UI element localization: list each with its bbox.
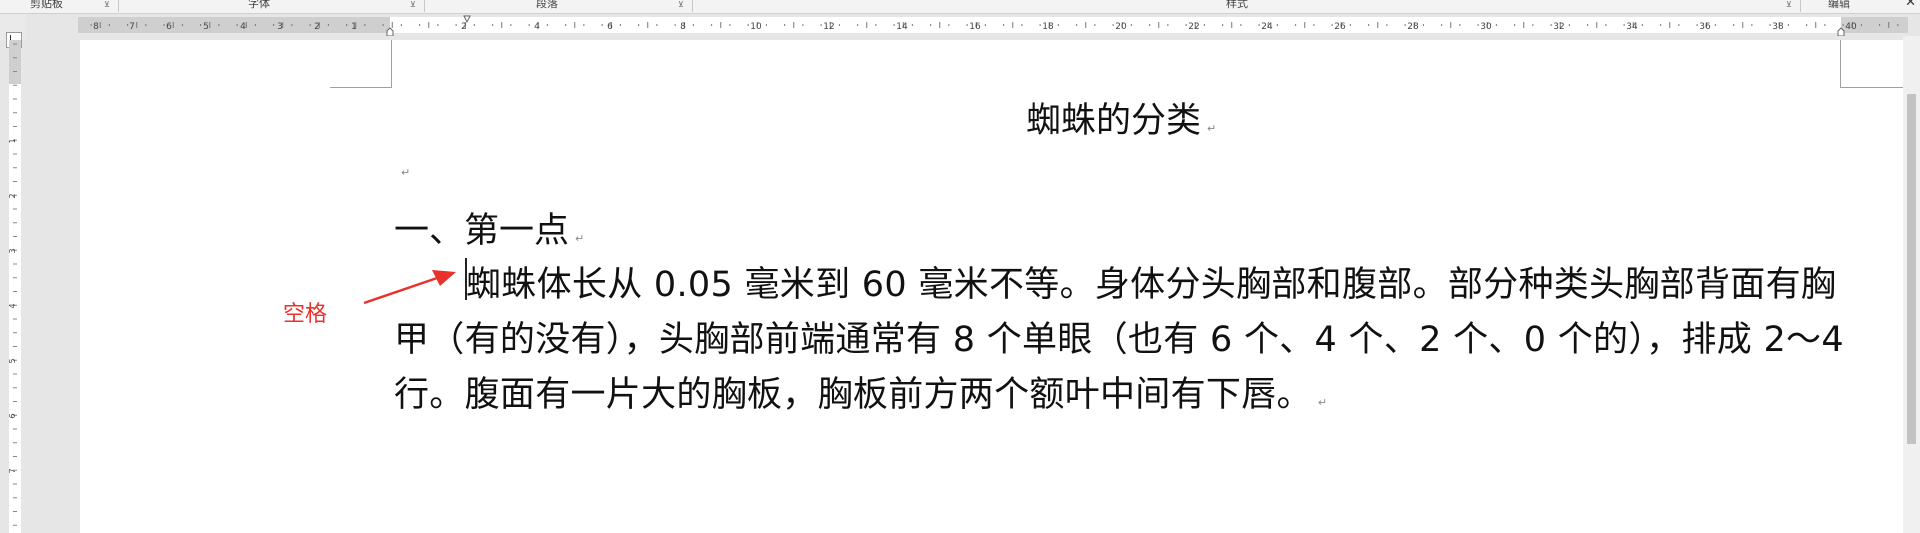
group-separator (1800, 0, 1801, 12)
ruler-corner (0, 14, 26, 48)
paragraph-group-label: 段落 (536, 0, 558, 10)
ruler-number: 26 (1334, 22, 1346, 32)
ruler-number: 38 (1772, 22, 1784, 32)
clipboard-group-label: 剪贴板 (30, 0, 63, 10)
ruler-number: 34 (1626, 22, 1638, 32)
ruler-number: 7 (129, 22, 135, 32)
group-separator (424, 0, 425, 12)
heading-text: 一、第一点 (394, 211, 570, 251)
ruler-number: 4 (534, 22, 540, 32)
ruler-number: 10 (750, 22, 762, 32)
paragraph-mark-icon: ↵ (1207, 122, 1217, 135)
paragraph-launcher-icon[interactable]: ⊻ (678, 0, 684, 9)
ruler-number: 16 (969, 22, 981, 32)
arrow-shaft (363, 275, 441, 305)
ruler-number: 4 (9, 303, 17, 308)
ruler-number: 2 (9, 193, 17, 198)
ruler-number: 20 (1115, 22, 1127, 32)
line-3-text: 行。腹面有一片大的胸板，胸板前方两个额叶中间有下唇。 (394, 375, 1312, 415)
paragraph-line-2[interactable]: 甲（有的没有），头胸部前端通常有 8 个单眼（也有 6 个、4 个、2 个、0 … (394, 311, 1844, 362)
ruler-number: 22 (1188, 22, 1199, 32)
ruler-number: 1 (351, 22, 357, 32)
paragraph-line-3[interactable]: 行。腹面有一片大的胸板，胸板前方两个额叶中间有下唇。 ↵ (394, 366, 1327, 417)
paragraph-line-1[interactable]: 蜘蛛体长从 0.05 毫米到 60 毫米不等。身体分头胸部和腹部。部分种类头胸部… (466, 256, 1836, 307)
close-icon[interactable]: ✕ (1905, 0, 1916, 10)
editing-group-label: 编辑 (1828, 0, 1850, 10)
font-group-label: 字体 (248, 0, 270, 10)
vertical-ruler[interactable]: 1 2 3 4 5 6 7 (9, 40, 21, 533)
ruler-number: 2 (461, 22, 467, 32)
empty-paragraph-mark-icon: ↵ (401, 166, 411, 179)
ruler-number: 3 (277, 22, 283, 32)
styles-launcher-icon[interactable]: ⊻ (1786, 0, 1792, 9)
ruler-number: 30 (1480, 22, 1492, 32)
ruler-number: 6 (607, 22, 613, 32)
ruler-number: 14 (896, 22, 908, 32)
horizontal-ruler[interactable]: 8 7 6 5 4 3 2 1 2 4 6 8 10 12 14 16 18 2… (78, 14, 1908, 36)
ruler-number: 36 (1699, 22, 1711, 32)
crop-mark-top-left-h (330, 87, 392, 88)
ruler-number: 8 (680, 22, 686, 32)
ruler-number: 4 (240, 22, 246, 32)
paragraph-mark-icon: ↵ (1317, 396, 1328, 409)
ruler-number: 40 (1845, 22, 1857, 32)
ruler-number: 2 (314, 22, 320, 32)
ruler-number: 3 (9, 248, 17, 253)
vertical-scrollbar[interactable] (1903, 36, 1920, 533)
crop-mark-top-left-v (391, 40, 392, 88)
ruler-number: 1 (9, 138, 17, 143)
text-cursor (465, 258, 467, 300)
ruler-number: 5 (203, 22, 209, 32)
document-title[interactable]: 蜘蛛的分类 ↵ (1026, 92, 1216, 143)
ruler-number: 6 (9, 413, 17, 418)
paragraph-mark-icon: ↵ (575, 232, 585, 245)
title-text: 蜘蛛的分类 (1026, 101, 1202, 141)
font-launcher-icon[interactable]: ⊻ (410, 0, 416, 9)
section-heading[interactable]: 一、第一点 ↵ (394, 202, 584, 253)
ruler-number: 8 (93, 22, 99, 32)
annotation-label: 空格 (283, 302, 328, 327)
annotation-arrow-icon (363, 270, 456, 305)
crop-mark-top-right-h (1840, 87, 1903, 88)
ruler-number: 18 (1042, 22, 1054, 32)
ruler-number: 6 (166, 22, 172, 32)
group-separator (118, 0, 119, 12)
styles-group-label: 样式 (1226, 0, 1248, 10)
ruler-number: 28 (1407, 22, 1419, 32)
ruler-number: 32 (1553, 22, 1564, 32)
ruler-margin-band (9, 40, 21, 84)
ribbon-group-strip: 剪贴板 ⊻ 字体 ⊻ 段落 ⊻ 样式 ⊻ 编辑 ✕ (0, 0, 1920, 14)
ruler-number: 5 (9, 358, 17, 363)
group-separator (692, 0, 693, 12)
ruler-number: 7 (9, 468, 17, 473)
scrollbar-thumb[interactable] (1907, 94, 1916, 444)
clipboard-launcher-icon[interactable]: ⊻ (104, 0, 110, 9)
crop-mark-top-right-v (1840, 40, 1841, 88)
ruler-number: 24 (1261, 22, 1273, 32)
ruler-number: 12 (823, 22, 834, 32)
